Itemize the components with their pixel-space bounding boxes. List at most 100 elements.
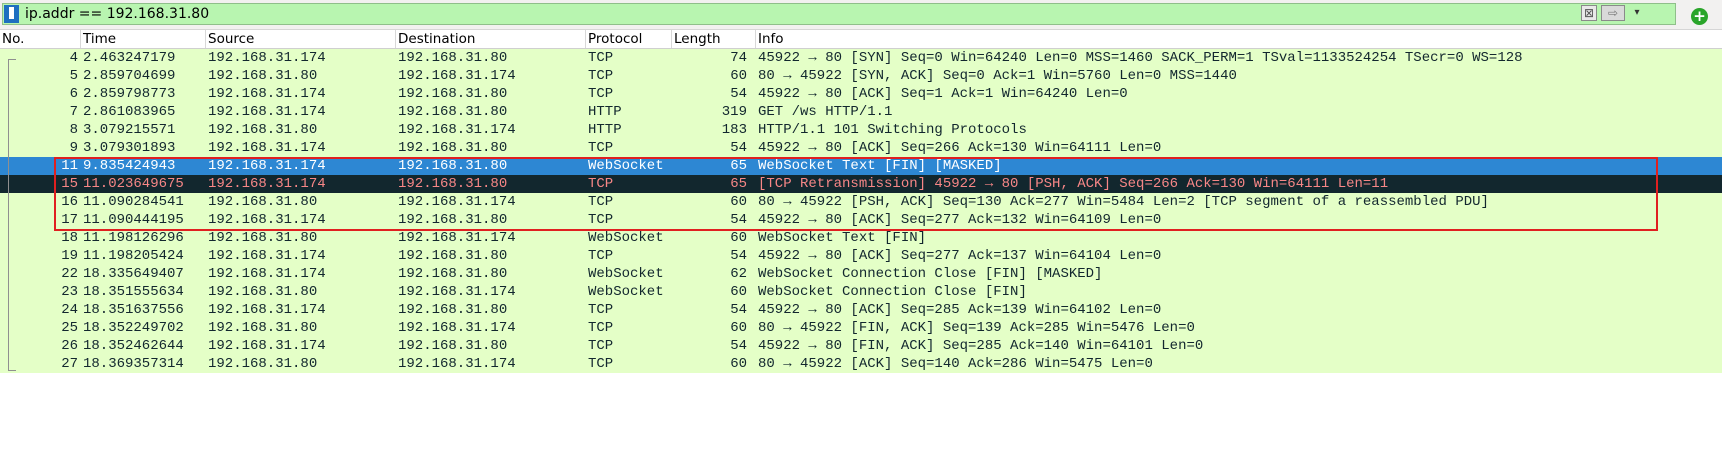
- packet-protocol: HTTP: [588, 104, 622, 120]
- packet-source: 192.168.31.80: [208, 320, 318, 336]
- packet-length: 65: [730, 158, 747, 174]
- packet-row[interactable]: 25 18.352249702 192.168.31.80 192.168.31.17…: [0, 319, 1722, 337]
- packet-info: 45922 → 80 [ACK] Seq=277 Ack=132 Win=641…: [758, 212, 1162, 228]
- packet-length: 183: [721, 122, 747, 138]
- packet-info: 45922 → 80 [FIN, ACK] Seq=285 Ack=140 Wi…: [758, 338, 1204, 354]
- packet-destination: 192.168.31.80: [398, 338, 508, 354]
- packet-source: 192.168.31.174: [208, 158, 326, 174]
- packet-protocol: TCP: [588, 140, 614, 156]
- packet-source: 192.168.31.80: [208, 356, 318, 372]
- conversation-bracket: [8, 59, 17, 370]
- packet-time: 9.835424943: [83, 158, 176, 174]
- packet-destination: 192.168.31.80: [398, 302, 508, 318]
- column-header-no[interactable]: No.: [0, 30, 81, 48]
- packet-destination: 192.168.31.80: [398, 140, 508, 156]
- packet-row[interactable]: 18 11.198126296 192.168.31.80 192.168.31.17…: [0, 229, 1722, 247]
- packet-time: 18.335649407: [83, 266, 184, 282]
- packet-protocol: HTTP: [588, 122, 622, 138]
- packet-source: 192.168.31.174: [208, 248, 326, 264]
- packet-length: 60: [730, 320, 747, 336]
- packet-row[interactable]: 7 2.861083965 192.168.31.174 192.168.31.80 H…: [0, 103, 1722, 121]
- packet-time: 2.861083965: [83, 104, 176, 120]
- packet-time: 18.369357314: [83, 356, 184, 372]
- packet-source: 192.168.31.174: [208, 302, 326, 318]
- packet-destination: 192.168.31.80: [398, 212, 508, 228]
- packet-destination: 192.168.31.174: [398, 230, 516, 246]
- packet-row[interactable]: 8 3.079215571 192.168.31.80 192.168.31.174 H…: [0, 121, 1722, 139]
- add-filter-button[interactable]: +: [1691, 8, 1708, 25]
- packet-protocol: TCP: [588, 194, 614, 210]
- clear-filter-button[interactable]: ⊠: [1581, 5, 1597, 21]
- chevron-down-icon[interactable]: ▾: [1631, 5, 1643, 21]
- packet-time: 18.352462644: [83, 338, 184, 354]
- packet-row[interactable]: 11 9.835424943 192.168.31.174 192.168.31.80…: [0, 157, 1722, 175]
- packet-row[interactable]: 9 3.079301893 192.168.31.174 192.168.31.80 T…: [0, 139, 1722, 157]
- packet-row[interactable]: 23 18.351555634 192.168.31.80 192.168.31.17…: [0, 283, 1722, 301]
- packet-protocol: WebSocket: [588, 284, 664, 300]
- packet-length: 319: [721, 104, 747, 120]
- packet-row[interactable]: 22 18.335649407 192.168.31.174 192.168.31.8…: [0, 265, 1722, 283]
- conversation-bracket-end: [8, 370, 16, 371]
- packet-row[interactable]: 26 18.352462644 192.168.31.174 192.168.31.8…: [0, 337, 1722, 355]
- column-header-time[interactable]: Time: [81, 30, 206, 48]
- packet-row[interactable]: 4 2.463247179 192.168.31.174 192.168.31.80 T…: [0, 49, 1722, 67]
- packet-protocol: TCP: [588, 68, 614, 84]
- packet-source: 192.168.31.174: [208, 86, 326, 102]
- packet-length: 65: [730, 176, 747, 192]
- packet-info: WebSocket Text [FIN] [MASKED]: [758, 158, 1002, 174]
- packet-row[interactable]: 5 2.859704699 192.168.31.80 192.168.31.174 T…: [0, 67, 1722, 85]
- column-header-length[interactable]: Length: [672, 30, 756, 48]
- packet-row[interactable]: 6 2.859798773 192.168.31.174 192.168.31.80 T…: [0, 85, 1722, 103]
- packet-source: 192.168.31.174: [208, 104, 326, 120]
- packet-time: 3.079301893: [83, 140, 176, 156]
- column-header-source[interactable]: Source: [206, 30, 396, 48]
- bookmark-icon[interactable]: [4, 5, 19, 23]
- packet-length: 54: [730, 212, 747, 228]
- packet-protocol: TCP: [588, 86, 614, 102]
- packet-destination: 192.168.31.80: [398, 158, 508, 174]
- packet-length: 60: [730, 356, 747, 372]
- packet-protocol: TCP: [588, 320, 614, 336]
- packet-protocol: TCP: [588, 356, 614, 372]
- column-header-destination[interactable]: Destination: [396, 30, 586, 48]
- packet-info: WebSocket Connection Close [FIN] [MASKED…: [758, 266, 1103, 282]
- display-filter-text[interactable]: ip.addr == 192.168.31.80: [25, 5, 209, 23]
- packet-destination: 192.168.31.174: [398, 320, 516, 336]
- packet-destination: 192.168.31.174: [398, 122, 516, 138]
- packet-length: 54: [730, 302, 747, 318]
- packet-source: 192.168.31.174: [208, 50, 326, 66]
- packet-row[interactable]: 15 11.023649675 192.168.31.174 192.168.31.8…: [0, 175, 1722, 193]
- packet-source: 192.168.31.174: [208, 338, 326, 354]
- packet-info: 45922 → 80 [SYN] Seq=0 Win=64240 Len=0 M…: [758, 50, 1523, 66]
- packet-length: 54: [730, 248, 747, 264]
- packet-row[interactable]: 17 11.090444195 192.168.31.174 192.168.31.8…: [0, 211, 1722, 229]
- packet-info: 80 → 45922 [SYN, ACK] Seq=0 Ack=1 Win=57…: [758, 68, 1237, 84]
- packet-info: 45922 → 80 [ACK] Seq=266 Ack=130 Win=641…: [758, 140, 1162, 156]
- packet-info: WebSocket Connection Close [FIN]: [758, 284, 1027, 300]
- packet-info: 80 → 45922 [ACK] Seq=140 Ack=286 Win=547…: [758, 356, 1153, 372]
- packet-list: 4 2.463247179 192.168.31.174 192.168.31.80 T…: [0, 49, 1722, 373]
- packet-length: 54: [730, 140, 747, 156]
- packet-destination: 192.168.31.80: [398, 104, 508, 120]
- packet-length: 74: [730, 50, 747, 66]
- packet-length: 54: [730, 338, 747, 354]
- column-header-protocol[interactable]: Protocol: [586, 30, 672, 48]
- packet-destination: 192.168.31.174: [398, 356, 516, 372]
- apply-filter-button[interactable]: ⇨: [1601, 5, 1625, 21]
- packet-row[interactable]: 24 18.351637556 192.168.31.174 192.168.31.8…: [0, 301, 1722, 319]
- packet-destination: 192.168.31.80: [398, 50, 508, 66]
- packet-row[interactable]: 19 11.198205424 192.168.31.174 192.168.31.8…: [0, 247, 1722, 265]
- packet-length: 60: [730, 230, 747, 246]
- packet-info: HTTP/1.1 101 Switching Protocols: [758, 122, 1027, 138]
- packet-time: 18.351555634: [83, 284, 184, 300]
- packet-protocol: TCP: [588, 50, 614, 66]
- display-filter-input[interactable]: ip.addr == 192.168.31.80 ⊠ ⇨ ▾: [2, 3, 1676, 25]
- packet-time: 11.198126296: [83, 230, 184, 246]
- packet-time: 3.079215571: [83, 122, 176, 138]
- packet-protocol: TCP: [588, 338, 614, 354]
- packet-row[interactable]: 27 18.369357314 192.168.31.80 192.168.31.17…: [0, 355, 1722, 373]
- packet-destination: 192.168.31.174: [398, 284, 516, 300]
- packet-source: 192.168.31.80: [208, 68, 318, 84]
- column-header-info[interactable]: Info: [756, 30, 1722, 48]
- packet-row[interactable]: 16 11.090284541 192.168.31.80 192.168.31.17…: [0, 193, 1722, 211]
